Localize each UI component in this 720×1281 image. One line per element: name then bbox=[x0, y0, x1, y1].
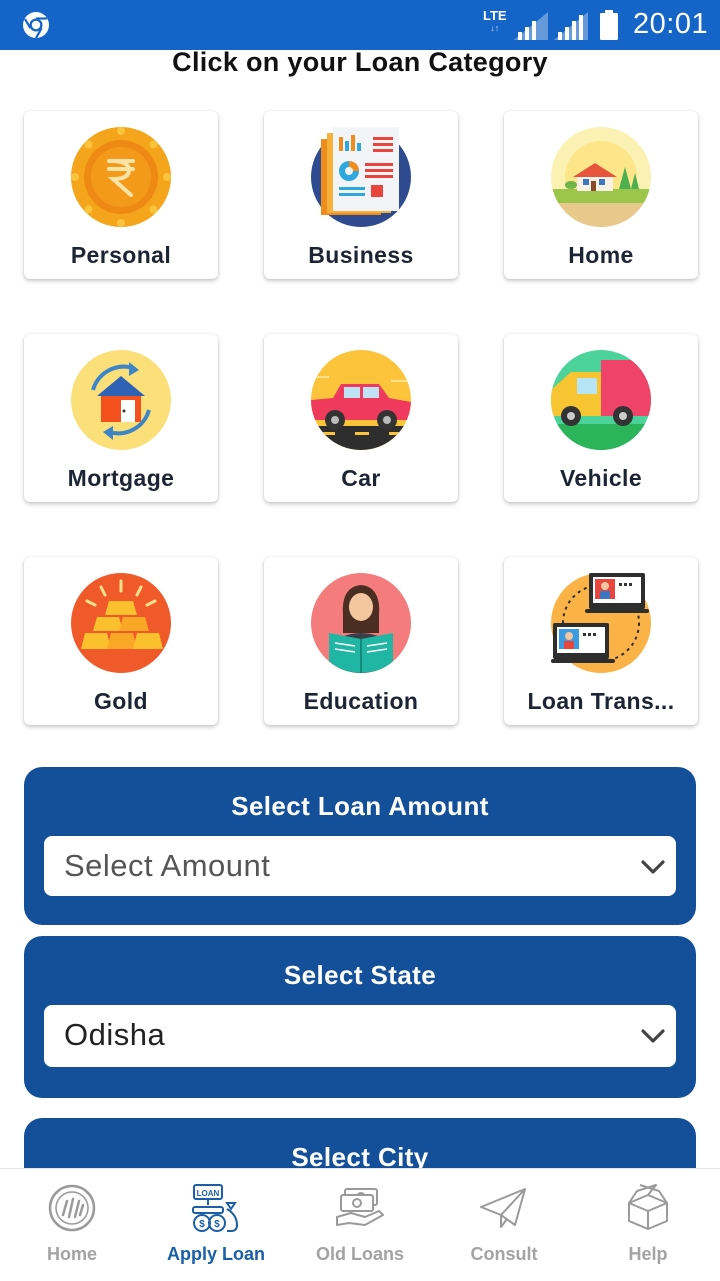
nav-apply-loan[interactable]: LOAN $ $ Apply Loan bbox=[144, 1169, 288, 1281]
chevron-down-icon bbox=[641, 860, 665, 874]
category-card-mortgage[interactable]: Mortgage bbox=[24, 334, 218, 502]
chevron-down-icon bbox=[641, 1029, 665, 1043]
category-label: Education bbox=[303, 688, 419, 714]
category-label: Car bbox=[341, 465, 381, 491]
signal-icon bbox=[514, 12, 548, 40]
money-hand-icon bbox=[336, 1188, 384, 1226]
nav-help[interactable]: Help bbox=[576, 1169, 720, 1281]
nav-label: Home bbox=[46, 1244, 97, 1264]
state-title: Select State bbox=[283, 960, 437, 990]
house-icon bbox=[551, 127, 651, 227]
truck-icon bbox=[551, 350, 651, 450]
rupee-coin-icon bbox=[71, 127, 171, 227]
car-icon bbox=[311, 350, 411, 450]
category-card-vehicle[interactable]: Vehicle bbox=[504, 334, 698, 502]
category-label: Mortgage bbox=[67, 465, 175, 491]
paper-plane-icon bbox=[480, 1188, 526, 1228]
svg-text:$: $ bbox=[214, 1219, 220, 1230]
svg-text:$: $ bbox=[199, 1219, 205, 1230]
city-panel: Select City bbox=[24, 1118, 696, 1168]
category-label: Gold bbox=[94, 688, 148, 714]
state-value: Odisha bbox=[64, 1017, 166, 1052]
category-card-car[interactable]: Car bbox=[264, 334, 458, 502]
category-card-home[interactable]: Home bbox=[504, 111, 698, 279]
business-report-icon bbox=[311, 127, 411, 227]
category-label: Vehicle bbox=[559, 465, 643, 491]
city-title: Select City bbox=[291, 1142, 429, 1168]
category-label: Business bbox=[308, 242, 414, 268]
loan-amount-dropdown[interactable]: Select Amount bbox=[44, 836, 676, 896]
signal-icon bbox=[554, 12, 588, 40]
nav-home[interactable]: Home bbox=[0, 1169, 144, 1281]
state-dropdown[interactable]: Odisha bbox=[44, 1005, 676, 1067]
laptop-transfer-icon bbox=[551, 573, 651, 673]
nav-old-loans[interactable]: Old Loans bbox=[288, 1169, 432, 1281]
state-panel: Select State Odisha bbox=[24, 936, 696, 1098]
category-card-education[interactable]: Education bbox=[264, 557, 458, 725]
category-label: Personal bbox=[70, 242, 172, 268]
category-label: Loan Trans... bbox=[527, 688, 675, 714]
category-label: Home bbox=[568, 242, 634, 268]
nav-label: Help bbox=[628, 1244, 668, 1264]
category-card-gold[interactable]: Gold bbox=[24, 557, 218, 725]
category-card-loan-transfer[interactable]: Loan Trans... bbox=[504, 557, 698, 725]
student-reading-icon bbox=[311, 573, 411, 673]
loan-bag-icon: LOAN $ $ bbox=[192, 1184, 239, 1232]
nav-label: Old Loans bbox=[315, 1244, 404, 1264]
loan-amount-panel: Select Loan Amount Select Amount bbox=[24, 767, 696, 925]
page-title: Click on your Loan Category bbox=[172, 50, 548, 77]
nav-label: Apply Loan bbox=[167, 1244, 265, 1264]
svg-text:LOAN: LOAN bbox=[197, 1189, 220, 1198]
content-scroll[interactable]: Click on your Loan Category Personal Bus… bbox=[0, 50, 720, 1168]
status-bar: LTE ↓↑ 20:01 bbox=[0, 0, 720, 50]
help-box-icon bbox=[628, 1184, 668, 1230]
clock: 20:01 bbox=[633, 8, 709, 40]
home-coins-icon bbox=[48, 1184, 96, 1232]
category-card-business[interactable]: Business bbox=[264, 111, 458, 279]
category-card-personal[interactable]: Personal bbox=[24, 111, 218, 279]
chrome-icon bbox=[23, 12, 49, 39]
nav-consult[interactable]: Consult bbox=[432, 1169, 576, 1281]
loan-amount-value: Select Amount bbox=[64, 848, 271, 883]
bottom-navigation: Home LOAN $ $ Apply Loan Old Loans Consu… bbox=[0, 1168, 720, 1280]
network-type: LTE ↓↑ bbox=[483, 8, 507, 33]
loan-amount-title: Select Loan Amount bbox=[231, 791, 489, 821]
gold-bars-icon bbox=[71, 573, 171, 673]
mortgage-house-icon bbox=[71, 350, 171, 450]
battery-icon bbox=[600, 10, 618, 40]
nav-label: Consult bbox=[470, 1244, 538, 1264]
